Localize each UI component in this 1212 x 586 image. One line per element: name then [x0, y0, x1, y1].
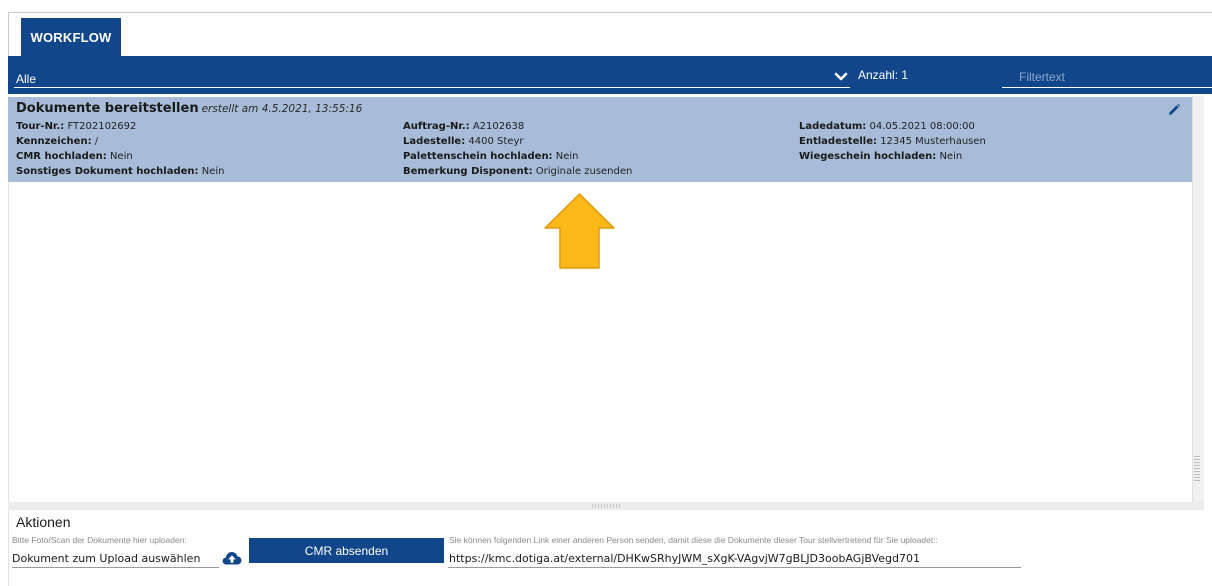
- detail-entladestelle: Entladestelle: 12345 Musterhausen: [799, 136, 986, 147]
- list-scrollbar[interactable]: [1192, 96, 1204, 502]
- task-details-column-3: Ladedatum: 04.05.2021 08:00:00 Entladest…: [799, 119, 986, 164]
- detail-ladestelle: Ladestelle: 4400 Steyr: [403, 136, 524, 147]
- actions-heading: Aktionen: [16, 514, 71, 530]
- task-card[interactable]: Dokumente bereitstellen erstellt am 4.5.2…: [8, 97, 1192, 182]
- chevron-down-icon[interactable]: [832, 68, 850, 86]
- detail-sonstiges-dokument: Sonstiges Dokument hochladen: Nein: [16, 166, 225, 177]
- task-details-column-1: Tour-Nr.: FT202102692 Kennzeichen: / CMR…: [16, 119, 224, 179]
- detail-tour-nr: Tour-Nr.: FT202102692: [16, 121, 137, 132]
- task-details-column-2: Auftrag-Nr.: A2102638 Ladestelle: 4400 S…: [403, 119, 632, 179]
- workflow-tab-strip: [8, 12, 1212, 56]
- cmr-submit-button[interactable]: CMR absenden: [249, 538, 444, 563]
- tab-workflow[interactable]: WORKFLOW: [21, 18, 121, 56]
- task-title: Dokumente bereitstellen erstellt am 4.5.2…: [16, 101, 362, 116]
- pencil-icon[interactable]: [1168, 104, 1180, 116]
- share-link-field[interactable]: https://kmc.dotiga.at/external/DHKwSRhyJ…: [448, 549, 1021, 568]
- detail-cmr-hochladen: CMR hochladen: Nein: [16, 151, 133, 162]
- arrow-up-icon: [544, 193, 615, 269]
- detail-palettenschein: Palettenschein hochladen: Nein: [403, 151, 579, 162]
- splitter-grip[interactable]: [592, 504, 620, 508]
- detail-wiegeschein: Wiegeschein hochladen: Nein: [799, 151, 963, 162]
- document-upload-field[interactable]: Dokument zum Upload auswählen: [12, 549, 219, 568]
- filter-toolbar: Alle Anzahl: 1: [8, 56, 1212, 94]
- scrollbar-grip[interactable]: [1194, 456, 1200, 482]
- panel-splitter[interactable]: [8, 502, 1204, 510]
- status-filter-select[interactable]: Alle: [14, 66, 850, 88]
- detail-bemerkung-disponent: Bemerkung Disponent: Originale zusenden: [403, 166, 633, 177]
- share-link-hint: Sie können folgenden Link einer anderen …: [449, 535, 938, 545]
- filter-text-input[interactable]: [1002, 66, 1212, 88]
- actions-panel: Aktionen Bitte Foto/Scan der Dokumente h…: [8, 510, 1204, 586]
- status-filter-value: Alle: [16, 72, 37, 86]
- result-count: Anzahl: 1: [858, 68, 909, 82]
- detail-kennzeichen: Kennzeichen: /: [16, 136, 99, 147]
- task-created-date: erstellt am 4.5.2021, 13:55:16: [201, 103, 363, 115]
- detail-auftrag-nr: Auftrag-Nr.: A2102638: [403, 121, 525, 132]
- upload-hint: Bitte Foto/Scan der Dokumente hier uploa…: [12, 535, 187, 545]
- detail-ladedatum: Ladedatum: 04.05.2021 08:00:00: [799, 121, 975, 132]
- task-title-text: Dokumente bereitstellen: [16, 101, 199, 116]
- cloud-upload-icon[interactable]: [222, 549, 242, 566]
